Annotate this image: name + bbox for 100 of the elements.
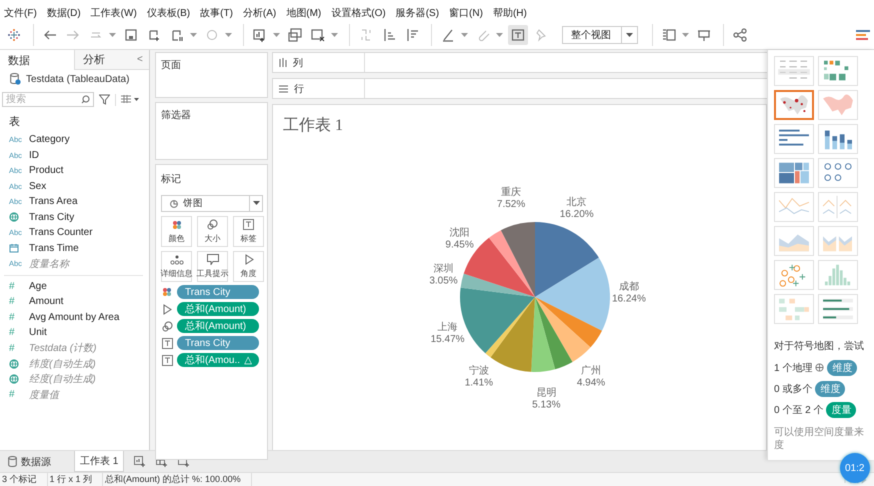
field-item[interactable]: Unit — [29, 327, 47, 338]
show-me-hint: 对于符号地图，尝试 — [774, 340, 865, 353]
button-label: 工具提示 — [196, 268, 228, 279]
columns-shelf-label: 列 — [293, 56, 303, 70]
field-item[interactable]: Amount — [29, 296, 64, 308]
datasource-name[interactable]: Testdata (TableauData) — [26, 74, 130, 84]
filters-shelf-title: 筛选器 — [161, 110, 191, 121]
field-type-label: # — [9, 327, 15, 338]
rows-icon — [279, 84, 288, 92]
menu-item[interactable]: 数据(D) — [44, 6, 89, 20]
tooltip-icon — [206, 254, 218, 265]
field-item[interactable]: ID — [29, 150, 39, 161]
slice-label: 广州 4.94% — [576, 365, 606, 388]
field-item[interactable]: Testdata (计数) — [29, 341, 96, 356]
field-type-label: # — [9, 342, 15, 354]
slice-label: 昆明 5.13% — [532, 387, 560, 410]
detail-icon — [170, 254, 184, 264]
show-me-tab-icon[interactable] — [856, 30, 870, 40]
menu-item[interactable]: 分析(A) — [240, 6, 284, 20]
slice-label: 成都 16.24% — [612, 282, 646, 305]
mark-property-button[interactable]: 颜色 — [161, 216, 192, 247]
field-item[interactable]: 纬度(自动生成) — [29, 356, 96, 371]
field-item[interactable]: Trans Area — [29, 196, 78, 208]
field-item[interactable]: Avg Amount by Area — [29, 312, 120, 323]
table-calc-symbol: △ — [244, 354, 252, 366]
menu-item[interactable]: 工作表(W) — [88, 6, 145, 20]
size-icon — [162, 320, 172, 332]
slice-label: 上海 15.47% — [430, 322, 465, 346]
requirement-text: 0 或多个 — [774, 382, 812, 396]
field-item[interactable]: Age — [29, 280, 47, 292]
mark-type-dropdown[interactable]: 饼图 — [161, 195, 263, 212]
field-pill: 维度 — [827, 360, 858, 376]
angle-icon — [244, 254, 254, 265]
label-icon — [162, 354, 172, 366]
caret-icon[interactable] — [626, 32, 633, 38]
field-item[interactable]: Trans City — [29, 212, 74, 223]
view-size-dropdown[interactable]: 整个视图 — [562, 26, 638, 44]
field-type-label: # — [9, 280, 15, 292]
slice-label: 北京 16.20% — [560, 196, 594, 220]
datasource-icon — [10, 73, 21, 85]
mark-property-button[interactable]: 大小 — [197, 216, 228, 247]
status-text: 总和(Amount) 的总计 %: 100.00% — [103, 473, 252, 486]
color-icon — [162, 287, 172, 297]
label-icon — [243, 219, 254, 230]
status-text: 1 行 x 1 列 — [48, 473, 104, 486]
label-icon — [162, 338, 172, 348]
size-icon — [207, 219, 218, 230]
pill-label: 总和(Amou.. — [185, 354, 240, 367]
menu-item[interactable]: 帮助(H) — [490, 6, 535, 20]
slice-label: 宁波 1.41% — [464, 365, 494, 388]
mark-property-button[interactable]: 详细信息 — [161, 251, 192, 282]
slice-label: 深圳 3.05% — [429, 264, 458, 287]
pages-shelf-title: 页面 — [161, 60, 181, 71]
menu-item[interactable]: 设置格式(O) — [329, 6, 394, 20]
field-type-label: # — [9, 389, 15, 400]
show-me-note: 可以使用空间度量来 度 — [774, 426, 865, 452]
field-item[interactable]: Product — [29, 165, 64, 176]
calendar-icon — [9, 243, 19, 254]
timer-badge: 01:2 — [840, 453, 870, 483]
field-item[interactable]: Sex — [29, 180, 46, 192]
menu-item[interactable]: 地图(M) — [284, 6, 330, 20]
field-item[interactable]: 经度(自动生成) — [29, 372, 96, 386]
globe-icon — [9, 374, 19, 384]
mark-property-button[interactable]: 工具提示 — [197, 251, 228, 282]
menu-item[interactable]: 窗口(N) — [447, 6, 491, 20]
sheet-tab[interactable]: 工作表 1 — [74, 451, 124, 472]
field-item[interactable]: 度量名称 — [29, 256, 69, 271]
database-icon — [8, 456, 17, 467]
button-label: 大小 — [204, 233, 220, 244]
field-pill: 维度 — [815, 380, 846, 396]
requirement-text: 1 个地理 — [774, 362, 812, 374]
button-label: 角度 — [240, 268, 256, 279]
pie-icon — [170, 200, 178, 208]
collapse-button[interactable]: < — [137, 54, 149, 65]
text-label-icon[interactable] — [508, 25, 528, 45]
pill-label: 总和(Amount) — [185, 320, 246, 333]
sheet-tab[interactable]: 数据源 — [3, 452, 56, 472]
field-item[interactable]: 度量值 — [29, 388, 59, 402]
menu-item[interactable]: 服务器(S) — [394, 6, 448, 20]
chart-type-thumbnail[interactable] — [774, 90, 814, 120]
search-field[interactable]: 搜索 — [2, 92, 94, 107]
view-options-icon[interactable] — [121, 95, 139, 104]
search-icon — [81, 95, 90, 104]
menu-item[interactable]: 文件(F) — [2, 6, 45, 20]
filter-icon[interactable] — [99, 94, 110, 105]
mark-property-button[interactable]: 角度 — [233, 251, 264, 282]
field-item[interactable]: Category — [29, 134, 70, 146]
columns-icon — [279, 58, 287, 67]
pill-label: Trans City — [185, 338, 230, 348]
new-worksheet-icon[interactable] — [134, 456, 146, 467]
field-item[interactable]: Trans Counter — [29, 227, 93, 238]
rows-shelf-label: 行 — [294, 82, 304, 96]
globe-icon — [9, 212, 19, 222]
menu-item[interactable]: 故事(T) — [198, 6, 241, 20]
mark-type-label: 饼图 — [183, 197, 203, 210]
section-heading: 表 — [8, 115, 21, 130]
caret-icon — [252, 201, 260, 206]
menu-item[interactable]: 仪表板(B) — [144, 6, 198, 20]
field-item[interactable]: Trans Time — [29, 242, 79, 254]
mark-property-button[interactable]: 标签 — [233, 216, 264, 247]
